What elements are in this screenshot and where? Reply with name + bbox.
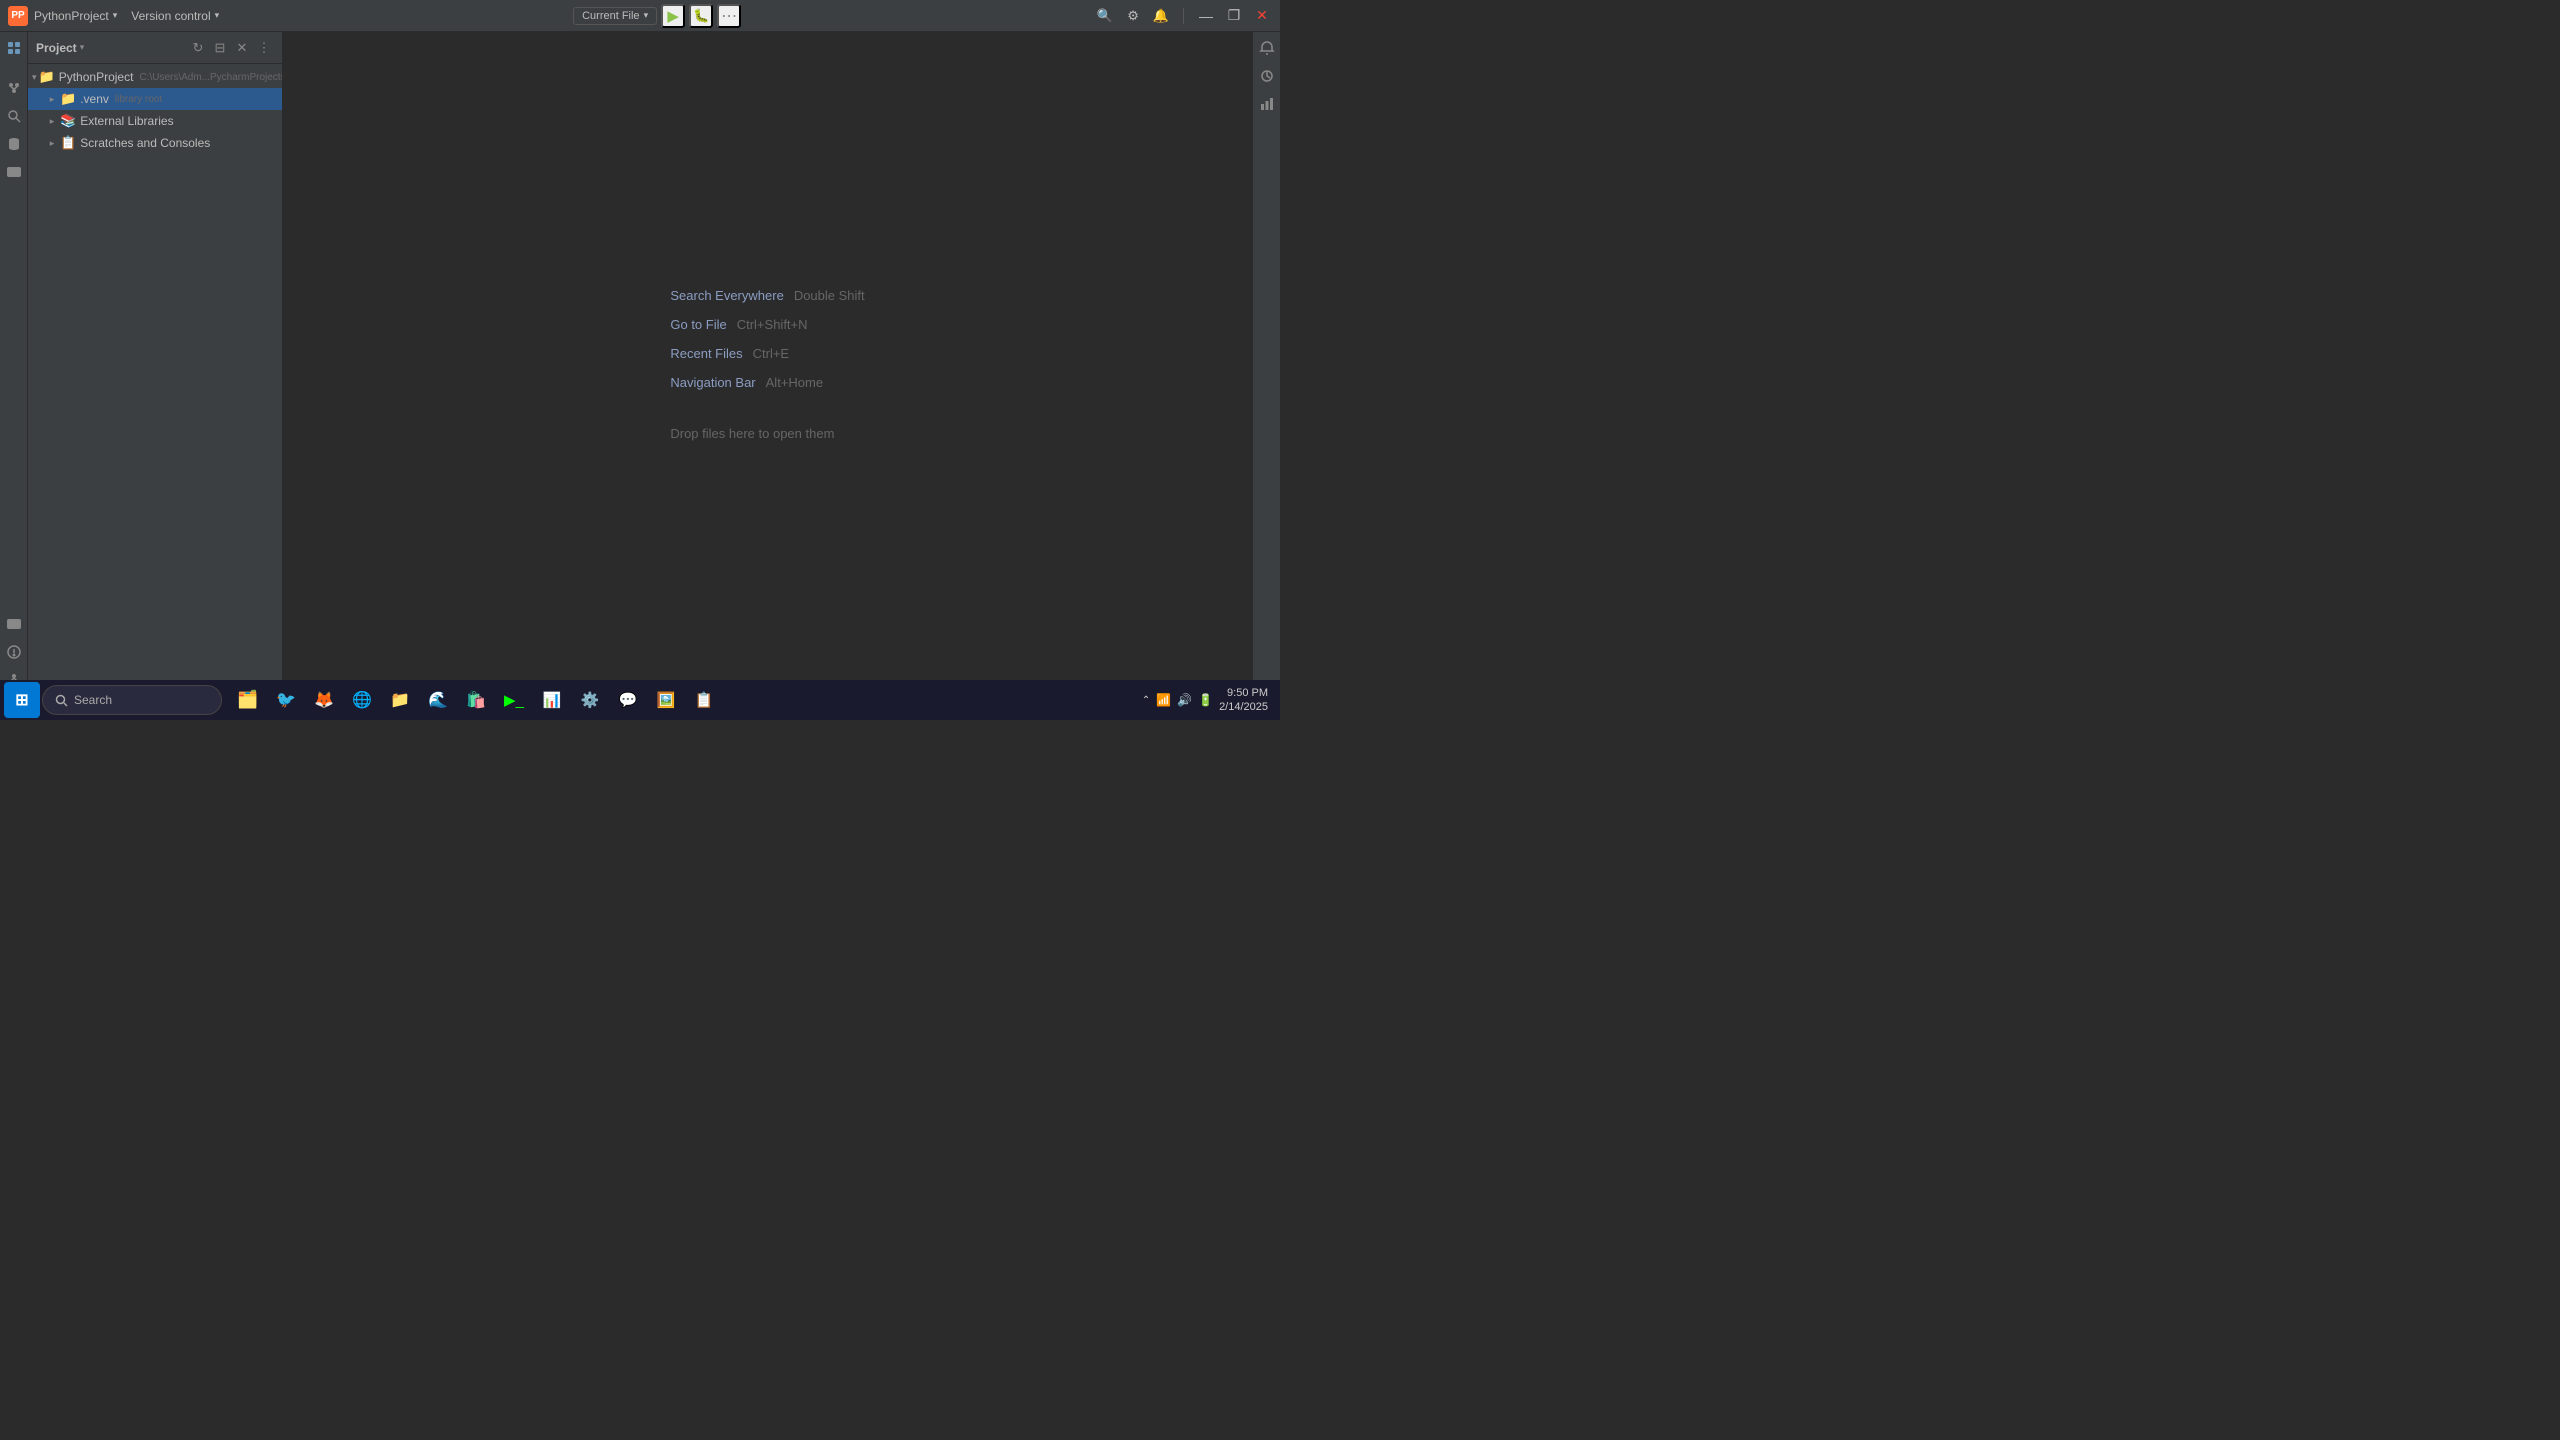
notifications-icon[interactable]: 🔔 (1151, 6, 1171, 26)
python-console-button[interactable] (2, 160, 26, 184)
tree-arrow: ▸ (46, 115, 58, 127)
version-control-menu[interactable]: Version control ▾ (131, 9, 219, 23)
taskbar-firefox-icon[interactable]: 🦊 (306, 682, 342, 718)
system-tray: ⌃ 📶 🔊 🔋 9:50 PM 2/14/2025 (1134, 686, 1276, 715)
tray-up-arrow[interactable]: ⌃ (1142, 695, 1150, 706)
problems-button[interactable] (2, 640, 26, 664)
taskbar: ⊞ Search 🗂️ 🐦 🦊 🌐 📁 🌊 🛍️ ▶_ 📊 ⚙️ 💬 🖼️ 📋 … (0, 680, 1280, 720)
taskbar-terminal-icon[interactable]: ▶_ (496, 682, 532, 718)
hint-navigation-bar: Navigation Bar Alt+Home (670, 375, 823, 390)
window-controls: 🔍 ⚙ 🔔 — ❐ ✕ (1095, 6, 1272, 26)
taskbar-settings-icon[interactable]: ⚙️ (572, 682, 608, 718)
right-tool-bar (1252, 32, 1280, 696)
tree-item-external-libraries[interactable]: ▸ 📚 External Libraries (28, 110, 282, 132)
stats-button[interactable] (1255, 92, 1279, 116)
taskbar-task-manager-icon[interactable]: 📊 (534, 682, 570, 718)
database-tool-button[interactable] (2, 132, 26, 156)
restore-button[interactable]: ❐ (1224, 6, 1244, 26)
folder-icon: 📁 (60, 91, 76, 107)
folder-icon: 📁 (39, 69, 55, 85)
color-picker-button[interactable] (1255, 64, 1279, 88)
tree-item-python-project[interactable]: ▾ 📁 PythonProject C:\Users\Adm...Pycharm… (28, 66, 282, 88)
left-tool-bar (0, 32, 28, 696)
taskbar-store-icon[interactable]: 🛍️ (458, 682, 494, 718)
hint-go-to-file: Go to File Ctrl+Shift+N (670, 317, 807, 332)
taskbar-edge-icon[interactable]: 🌊 (420, 682, 456, 718)
taskbar-folder-icon[interactable]: 📁 (382, 682, 418, 718)
sidebar-refresh-button[interactable]: ↻ (188, 38, 208, 58)
taskbar-photos-icon[interactable]: 🖼️ (648, 682, 684, 718)
minimize-button[interactable]: — (1196, 6, 1216, 26)
hint-recent-files: Recent Files Ctrl+E (670, 346, 789, 361)
tray-sound-icon[interactable]: 🔊 (1177, 693, 1192, 707)
tree-arrow: ▾ (32, 71, 37, 83)
taskbar-chrome-icon[interactable]: 🌐 (344, 682, 380, 718)
main-content-area: Project ▾ ↻ ⊟ ✕ ⋮ ▾ 📁 PythonProject C:\U… (0, 32, 1280, 696)
taskbar-search-box[interactable]: Search (42, 685, 222, 715)
project-menu[interactable]: PythonProject ▾ (34, 9, 117, 23)
app-icon: PP (8, 6, 28, 26)
run-button[interactable]: ▶ (661, 4, 685, 28)
search-tool-button[interactable] (2, 104, 26, 128)
sidebar-header-actions: ↻ ⊟ ✕ ⋮ (188, 38, 274, 58)
search-everywhere-icon[interactable]: 🔍 (1095, 6, 1115, 26)
project-tool-button[interactable] (2, 36, 26, 60)
taskbar-bird-icon[interactable]: 🐦 (268, 682, 304, 718)
project-panel-title[interactable]: Project ▾ (36, 41, 84, 55)
tree-item-scratches[interactable]: ▸ 📋 Scratches and Consoles (28, 132, 282, 154)
taskbar-discord-icon[interactable]: 💬 (610, 682, 646, 718)
title-bar: PP PythonProject ▾ Version control ▾ Cur… (0, 0, 1280, 32)
more-run-options[interactable]: ⋯ (717, 4, 741, 28)
settings-button[interactable]: ⚙ (1123, 6, 1143, 26)
sidebar-more-button[interactable]: ⋮ (254, 38, 274, 58)
tree-item-venv[interactable]: ▸ 📁 .venv library root (28, 88, 282, 110)
debug-button[interactable]: 🐛 (689, 4, 713, 28)
taskbar-extra-icon[interactable]: 📋 (686, 682, 722, 718)
file-tree: ▾ 📁 PythonProject C:\Users\Adm...Pycharm… (28, 64, 282, 696)
drop-files-hint: Drop files here to open them (670, 426, 834, 441)
close-button[interactable]: ✕ (1252, 6, 1272, 26)
toolbar-actions: Current File ▾ ▶ 🐛 ⋯ (573, 4, 741, 28)
vcs-tool-button[interactable] (2, 76, 26, 100)
tray-battery-icon[interactable]: 🔋 (1198, 693, 1213, 707)
terminal-button[interactable] (2, 612, 26, 636)
notifications-right-button[interactable] (1255, 36, 1279, 60)
sidebar-panel: Project ▾ ↻ ⊟ ✕ ⋮ ▾ 📁 PythonProject C:\U… (28, 32, 283, 696)
editor-hints: Search Everywhere Double Shift Go to Fil… (670, 288, 864, 441)
start-button[interactable]: ⊞ (4, 682, 40, 718)
hint-search-everywhere: Search Everywhere Double Shift (670, 288, 864, 303)
libraries-icon: 📚 (60, 113, 76, 129)
app-window: PP PythonProject ▾ Version control ▾ Cur… (0, 0, 1280, 720)
sidebar-close-button[interactable]: ✕ (232, 38, 252, 58)
tree-arrow: ▸ (46, 93, 58, 105)
taskbar-explorer-icon[interactable]: 🗂️ (230, 682, 266, 718)
tree-arrow: ▸ (46, 137, 58, 149)
editor-area: Search Everywhere Double Shift Go to Fil… (283, 32, 1252, 696)
scratches-icon: 📋 (60, 135, 76, 151)
current-file-dropdown[interactable]: Current File ▾ (573, 7, 657, 25)
sidebar-header: Project ▾ ↻ ⊟ ✕ ⋮ (28, 32, 282, 64)
clock[interactable]: 9:50 PM 2/14/2025 (1219, 686, 1268, 715)
taskbar-search-icon (55, 694, 68, 707)
tray-network-icon[interactable]: 📶 (1156, 693, 1171, 707)
sidebar-collapse-button[interactable]: ⊟ (210, 38, 230, 58)
